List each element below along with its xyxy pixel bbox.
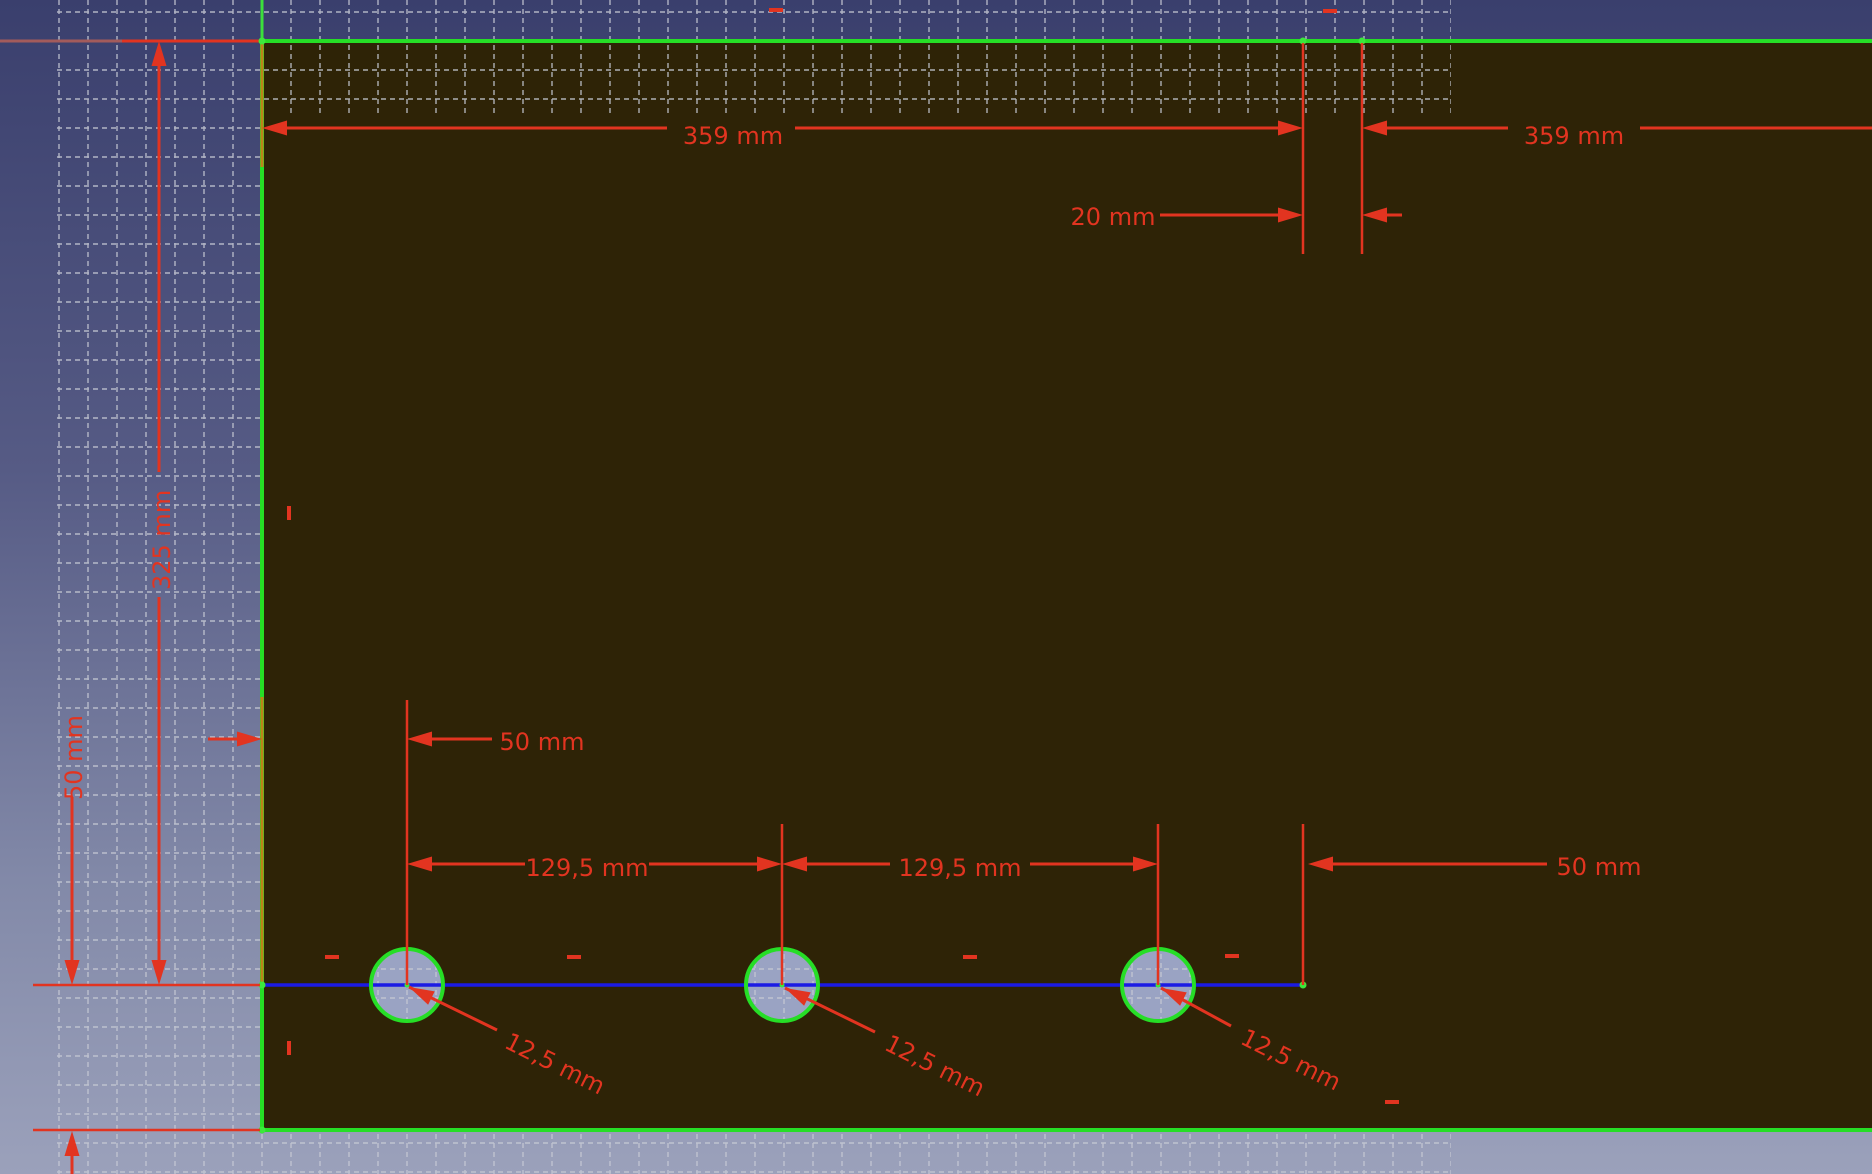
- pad-face[interactable]: [262, 41, 1872, 1130]
- constraint-tick-horizontal[interactable]: [963, 955, 977, 959]
- dim-notch-label[interactable]: 20 mm: [1071, 203, 1156, 231]
- dim-hole-pitch2-label[interactable]: 129,5 mm: [898, 854, 1021, 882]
- dim-hole-offset-right-label[interactable]: 50 mm: [1557, 853, 1642, 881]
- dim-hole-offset-left-label[interactable]: 50 mm: [500, 728, 585, 756]
- constraint-tick-horizontal[interactable]: [567, 955, 581, 959]
- dim-hole-pitch1-label[interactable]: 129,5 mm: [525, 854, 648, 882]
- dim-width-right-label[interactable]: 359 mm: [1524, 122, 1624, 150]
- dim-width-left-label[interactable]: 359 mm: [683, 122, 783, 150]
- constraint-tick-horizontal[interactable]: [769, 8, 783, 12]
- constraint-tick-horizontal[interactable]: [325, 955, 339, 959]
- dim-bottom-margin-label[interactable]: 50 mm: [60, 715, 88, 800]
- constraint-tick-vertical[interactable]: [287, 506, 291, 520]
- constraint-tick-horizontal[interactable]: [1385, 1100, 1399, 1104]
- constraint-tick-horizontal[interactable]: [1225, 954, 1239, 958]
- constraint-tick-vertical[interactable]: [287, 1041, 291, 1055]
- dim-height-label[interactable]: 325 mm: [148, 490, 176, 590]
- freecad-3d-viewport[interactable]: 359 mm 359 mm 20 mm 50 mm 129,5 mm 129,5…: [0, 0, 1872, 1174]
- constraint-tick-horizontal[interactable]: [1323, 9, 1337, 13]
- vertex-origin[interactable]: [259, 38, 266, 45]
